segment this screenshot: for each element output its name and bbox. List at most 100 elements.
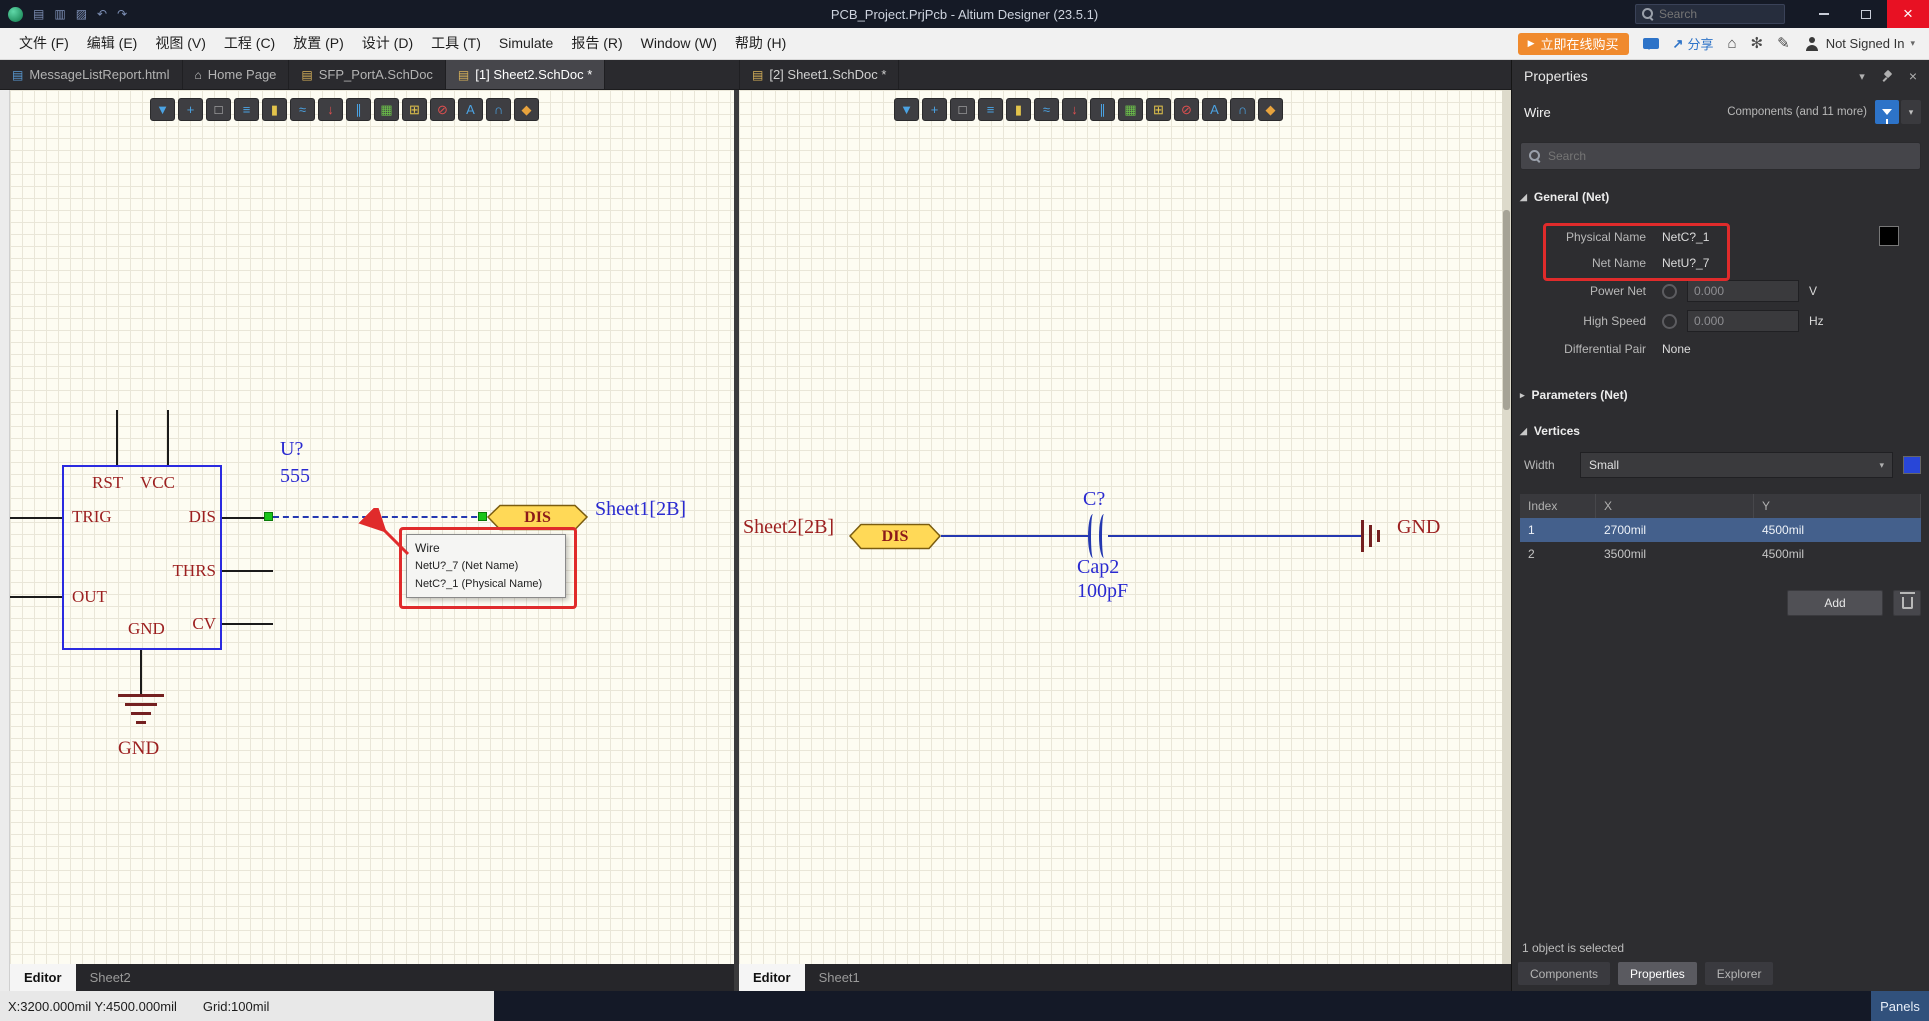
capacitor-designator[interactable]: C? (1083, 488, 1105, 511)
filter-scope-label[interactable]: Components (and 11 more) (1727, 106, 1867, 118)
menu-design[interactable]: 设计 (D) (353, 28, 422, 59)
gnd-symbol[interactable] (118, 694, 164, 697)
pin-thrs[interactable] (221, 570, 273, 572)
cross-probe-icon[interactable]: + (922, 98, 947, 121)
grid-icon[interactable]: ▦ (1118, 98, 1143, 121)
port-dis[interactable]: DIS (849, 523, 941, 550)
sheet-symbol-icon[interactable]: ⊞ (1146, 98, 1171, 121)
tab-sheet2[interactable]: ▤ [1] Sheet2.SchDoc * (446, 60, 605, 89)
place-down-icon[interactable]: ↓ (318, 98, 343, 121)
filter-button[interactable] (1875, 100, 1899, 124)
menu-edit[interactable]: 编辑 (E) (78, 28, 147, 59)
cross-probe-icon[interactable]: + (178, 98, 203, 121)
text-icon[interactable]: A (1202, 98, 1227, 121)
table-row[interactable]: 1 2700mil 4500mil (1520, 518, 1921, 542)
table-row[interactable]: 2 3500mil 4500mil (1520, 542, 1921, 566)
port-dis[interactable]: DIS (487, 504, 588, 531)
select-area-icon[interactable]: □ (206, 98, 231, 121)
tab-editor[interactable]: Editor (10, 964, 76, 991)
capacitor-value[interactable]: 100pF (1077, 580, 1128, 603)
capacitor-comment[interactable]: Cap2 (1077, 556, 1119, 579)
component-designator[interactable]: U? (280, 438, 303, 461)
spacing-icon[interactable]: ∥ (1090, 98, 1115, 121)
section-parameters-net[interactable]: ▸ Parameters (Net) (1512, 388, 1929, 402)
filter-dropdown-button[interactable]: ▾ (1901, 100, 1921, 124)
capacitor-plate[interactable] (1088, 514, 1098, 558)
properties-search-input[interactable] (1548, 149, 1912, 163)
tab-properties[interactable]: Properties (1618, 962, 1697, 985)
tab-editor[interactable]: Editor (739, 964, 805, 991)
scrollbar-thumb[interactable] (1503, 210, 1510, 410)
buy-online-button[interactable]: ▶ 立即在线购买 (1518, 33, 1629, 55)
wire-color-swatch[interactable] (1903, 456, 1921, 474)
wire-vertex-handle-1[interactable] (264, 512, 273, 521)
global-search-input[interactable] (1659, 7, 1778, 21)
section-general-net[interactable]: ◢ General (Net) (1512, 190, 1929, 204)
filter-icon[interactable]: ▼ (894, 98, 919, 121)
net-color-swatch[interactable] (1879, 226, 1899, 246)
select-area-icon[interactable]: □ (950, 98, 975, 121)
grid-icon[interactable]: ▦ (374, 98, 399, 121)
redo-icon[interactable]: ↷ (117, 8, 127, 20)
vertical-scrollbar[interactable] (1502, 90, 1511, 964)
panels-button[interactable]: Panels (1871, 991, 1929, 1021)
power-net-toggle[interactable] (1662, 284, 1677, 299)
home-icon[interactable]: ⌂ (1727, 36, 1736, 51)
column-icon[interactable]: ▮ (1006, 98, 1031, 121)
tab-explorer[interactable]: Explorer (1705, 962, 1774, 985)
chevron-down-icon[interactable]: ▾ (1859, 70, 1865, 83)
align-icon[interactable]: ≡ (234, 98, 259, 121)
arc-icon[interactable]: ∩ (1230, 98, 1255, 121)
section-vertices[interactable]: ◢ Vertices (1512, 424, 1929, 438)
wire-vertex-handle-2[interactable] (478, 512, 487, 521)
wire-segment[interactable] (1108, 535, 1361, 537)
global-search-box[interactable] (1635, 4, 1785, 24)
pen-icon[interactable]: ✎ (1777, 36, 1790, 51)
pin-trig[interactable] (10, 517, 62, 519)
open-folder-icon[interactable]: ▨ (76, 8, 87, 20)
component-u-555[interactable]: RST VCC TRIG DIS THRS OUT GND CV (62, 465, 222, 650)
add-vertex-button[interactable]: Add (1787, 590, 1883, 616)
align-icon[interactable]: ≡ (978, 98, 1003, 121)
place-down-icon[interactable]: ↓ (1062, 98, 1087, 121)
comment-icon[interactable] (1643, 38, 1659, 49)
pin-gnd[interactable] (140, 650, 142, 695)
wire-mode-icon[interactable]: ≈ (1034, 98, 1059, 121)
save-all-icon[interactable]: ▥ (54, 8, 65, 20)
width-select[interactable]: Small ▾ (1580, 452, 1893, 478)
selected-wire[interactable] (273, 516, 487, 518)
high-speed-input[interactable] (1687, 310, 1799, 332)
no-erc-icon[interactable]: ⊘ (430, 98, 455, 121)
menu-file[interactable]: 文件 (F) (10, 28, 78, 59)
minimize-button[interactable] (1803, 0, 1845, 28)
power-net-input[interactable] (1687, 280, 1799, 302)
text-icon[interactable]: A (458, 98, 483, 121)
close-panel-icon[interactable]: × (1909, 68, 1917, 84)
save-icon[interactable]: ▤ (33, 8, 44, 20)
component-comment[interactable]: 555 (280, 465, 310, 488)
menu-project[interactable]: 工程 (C) (215, 28, 284, 59)
arc-icon[interactable]: ∩ (486, 98, 511, 121)
menu-help[interactable]: 帮助 (H) (726, 28, 795, 59)
sheet-symbol-icon[interactable]: ⊞ (402, 98, 427, 121)
wire-segment[interactable] (941, 535, 1088, 537)
column-icon[interactable]: ▮ (262, 98, 287, 121)
share-button[interactable]: ↗ 分享 (1673, 34, 1714, 53)
menu-tools[interactable]: 工具 (T) (422, 28, 490, 59)
schematic-canvas-sheet1[interactable]: ▼ + □ ≡ ▮ ≈ ↓ ∥ ▦ ⊞ ⊘ A ∩ ◆ (739, 90, 1511, 991)
menu-view[interactable]: 视图 (V) (146, 28, 215, 59)
pin-panel-icon[interactable] (1881, 70, 1893, 82)
properties-search-box[interactable] (1520, 142, 1921, 170)
menu-place[interactable]: 放置 (P) (284, 28, 353, 59)
filter-icon[interactable]: ▼ (150, 98, 175, 121)
pin-vcc[interactable] (167, 410, 169, 465)
high-speed-toggle[interactable] (1662, 314, 1677, 329)
tab-sheet1[interactable]: ▤ [2] Sheet1.SchDoc * (739, 60, 899, 89)
pin-rst[interactable] (116, 410, 118, 465)
tab-message-list-report[interactable]: ▤ MessageListReport.html (0, 60, 183, 89)
parameter-icon[interactable]: ◆ (1258, 98, 1283, 121)
menu-simulate[interactable]: Simulate (490, 28, 562, 59)
sign-in-button[interactable]: Not Signed In ▾ (1804, 36, 1915, 52)
undo-icon[interactable]: ↶ (97, 8, 107, 20)
tab-home-page[interactable]: ⌂ Home Page (183, 60, 290, 89)
